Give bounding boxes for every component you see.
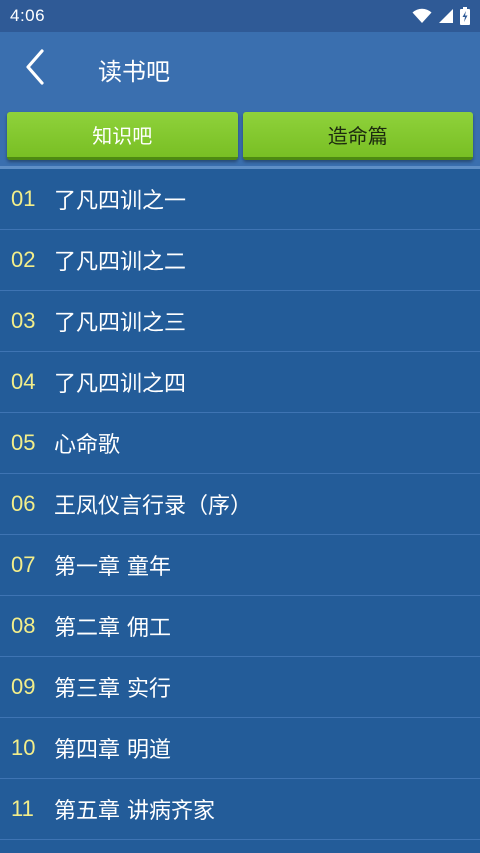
item-title: 第五章 讲病齐家 bbox=[54, 799, 215, 824]
status-time: 4:06 bbox=[10, 6, 46, 25]
item-title: 了凡四训之四 bbox=[54, 372, 187, 397]
item-title: 第二章 佣工 bbox=[54, 616, 171, 641]
item-number: 03 bbox=[11, 308, 36, 333]
page-title: 读书吧 bbox=[98, 57, 170, 86]
item-title: 心命歌 bbox=[54, 433, 121, 458]
item-title: 了凡四训之二 bbox=[54, 250, 187, 275]
item-number: 02 bbox=[11, 247, 36, 272]
item-number: 05 bbox=[11, 430, 36, 455]
battery-charging-icon bbox=[460, 7, 470, 25]
tab-destiny[interactable]: 造命篇 bbox=[242, 112, 473, 160]
list-item[interactable]: 05 心命歌 bbox=[0, 413, 480, 474]
article-list[interactable]: 01 了凡四训之一 02 了凡四训之二 03 了凡四训之三 04 了凡四训之四 … bbox=[0, 166, 480, 853]
list-item[interactable]: 03 了凡四训之三 bbox=[0, 291, 480, 352]
item-number: 10 bbox=[11, 735, 36, 760]
list-item[interactable]: 01 了凡四训之一 bbox=[0, 169, 480, 230]
list-item[interactable]: 10 第四章 明道 bbox=[0, 718, 480, 779]
item-number: 08 bbox=[11, 613, 36, 638]
screen: 4:06 读书吧 知识吧 造命篇 01 了凡四训之一 02 了凡四训之二 03 … bbox=[0, 0, 480, 853]
item-title: 王凤仪言行录（序） bbox=[54, 494, 253, 519]
item-number: 01 bbox=[11, 186, 36, 211]
app-bar: 读书吧 bbox=[0, 32, 480, 106]
tabs-bar: 知识吧 造命篇 bbox=[0, 106, 480, 166]
wifi-icon bbox=[412, 8, 432, 24]
tab-knowledge-label: 知识吧 bbox=[92, 124, 153, 148]
item-title: 第一章 童年 bbox=[54, 555, 171, 580]
cell-signal-icon bbox=[438, 8, 454, 24]
status-bar: 4:06 bbox=[0, 0, 480, 32]
list-item[interactable]: 08 第二章 佣工 bbox=[0, 596, 480, 657]
item-title: 了凡四训之三 bbox=[54, 311, 187, 336]
list-item[interactable]: 07 第一章 童年 bbox=[0, 535, 480, 596]
item-title: 第三章 实行 bbox=[54, 677, 171, 702]
item-number: 06 bbox=[11, 491, 36, 516]
list-item[interactable]: 02 了凡四训之二 bbox=[0, 230, 480, 291]
list-item[interactable]: 09 第三章 实行 bbox=[0, 657, 480, 718]
item-number: 07 bbox=[11, 552, 36, 577]
status-icons bbox=[412, 7, 470, 25]
item-number: 09 bbox=[11, 674, 36, 699]
item-title: 了凡四训之一 bbox=[54, 189, 187, 214]
item-number: 11 bbox=[11, 796, 34, 821]
tab-knowledge[interactable]: 知识吧 bbox=[7, 112, 238, 160]
item-number: 04 bbox=[11, 369, 36, 394]
back-button[interactable] bbox=[0, 32, 70, 106]
list-item[interactable]: 06 王凤仪言行录（序） bbox=[0, 474, 480, 535]
chevron-left-icon bbox=[24, 49, 46, 89]
list-item[interactable]: 11 第五章 讲病齐家 bbox=[0, 779, 480, 840]
item-title: 第四章 明道 bbox=[54, 738, 171, 763]
tab-destiny-label: 造命篇 bbox=[327, 124, 388, 148]
list-item[interactable]: 04 了凡四训之四 bbox=[0, 352, 480, 413]
